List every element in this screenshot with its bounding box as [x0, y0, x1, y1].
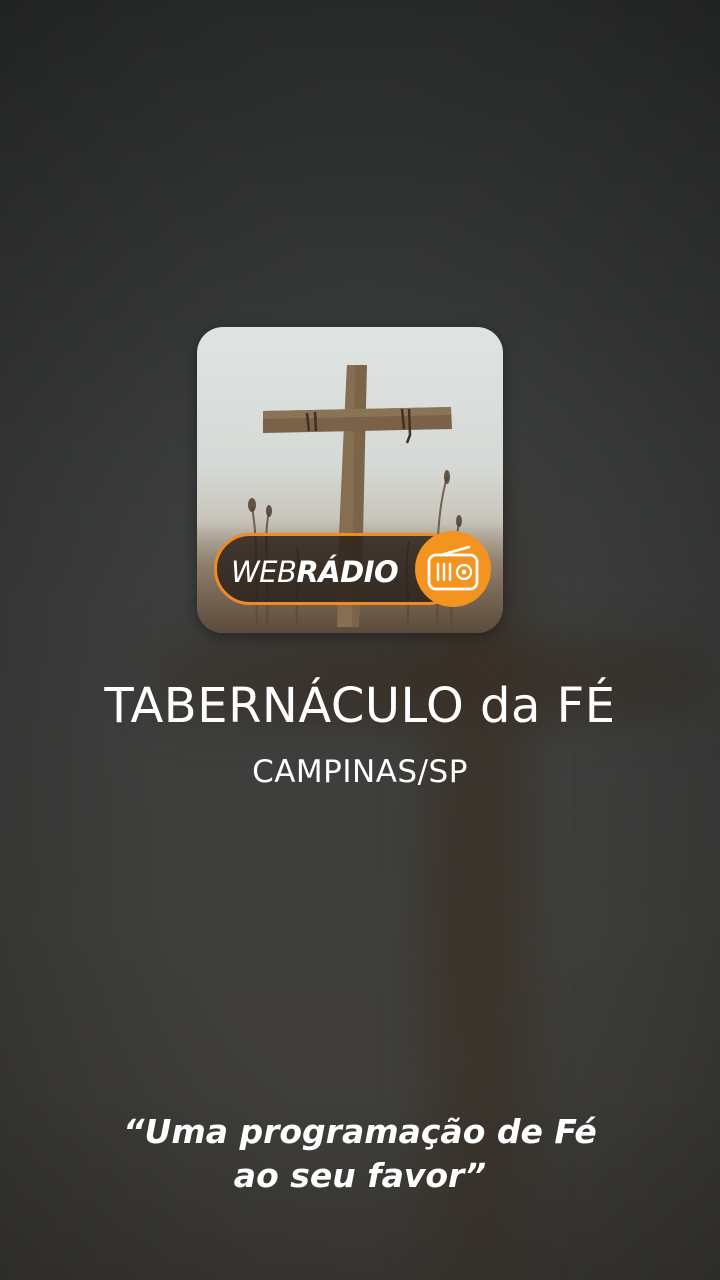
badge-label: WEBRÁDIO	[231, 555, 399, 589]
badge-radio-text: RÁDIO	[296, 555, 399, 589]
app-logo: WEBRÁDIO	[197, 327, 503, 633]
app-subtitle: CAMPINAS/SP	[252, 754, 468, 790]
slogan-line-2: ao seu favor”	[233, 1156, 487, 1195]
radio-icon	[415, 531, 491, 607]
slogan: “Uma programação de Fé ao seu favor”	[0, 1110, 720, 1198]
slogan-line-1: “Uma programação de Fé	[123, 1112, 597, 1151]
badge-web-text: WEB	[231, 555, 297, 589]
app-title: TABERNÁCULO da FÉ	[104, 678, 616, 734]
background-vignette	[0, 0, 720, 1280]
web-radio-badge: WEBRÁDIO	[214, 531, 491, 607]
